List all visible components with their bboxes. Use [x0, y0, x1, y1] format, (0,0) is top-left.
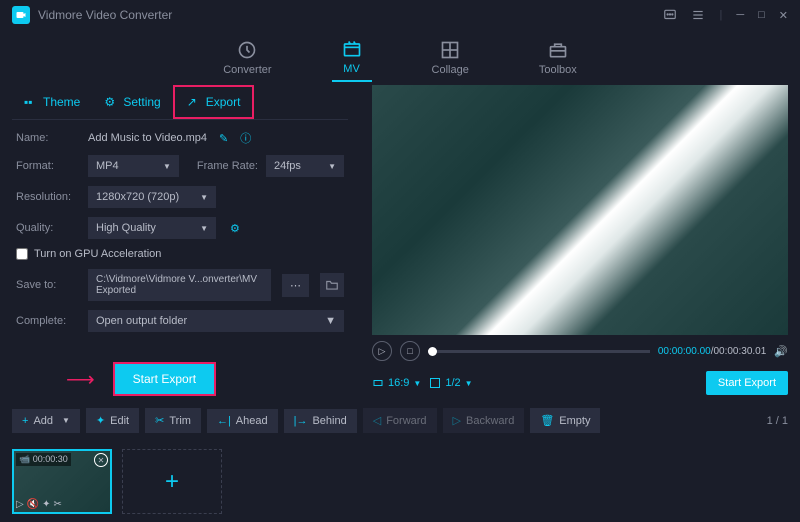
format-label: Format:: [16, 160, 80, 172]
nav-converter[interactable]: Converter: [213, 35, 281, 81]
chevron-down-icon: ▼: [413, 379, 421, 388]
play-button[interactable]: ▷: [372, 341, 392, 361]
framerate-select[interactable]: 24fps▼: [266, 155, 344, 177]
chevron-down-icon: ▼: [465, 379, 473, 388]
app-logo: [12, 6, 30, 24]
complete-select[interactable]: Open output folder▼: [88, 310, 344, 332]
browse-button[interactable]: ⋯: [282, 274, 309, 297]
thumb-mute-icon[interactable]: 🔇: [27, 499, 39, 510]
nav-mv[interactable]: MV: [332, 34, 372, 82]
nav-collage[interactable]: Collage: [422, 35, 479, 81]
scissors-icon: ✂: [155, 414, 164, 427]
toolbox-icon: [548, 40, 568, 60]
progress-bar[interactable]: [428, 350, 650, 353]
chevron-down-icon: ▼: [62, 416, 70, 425]
converter-icon: [237, 40, 257, 60]
left-panel: ▪▪Theme ⚙Setting ↗Export Name: Add Music…: [0, 85, 360, 400]
chevron-down-icon: ▼: [200, 224, 208, 233]
titlebar: Vidmore Video Converter | ─ □ ✕: [0, 0, 800, 30]
chevron-down-icon: ▼: [200, 193, 208, 202]
ahead-icon: ←|: [217, 415, 231, 427]
remove-clip-icon[interactable]: ✕: [94, 453, 108, 467]
forward-icon: ◁: [373, 414, 381, 427]
start-export-button[interactable]: Start Export: [113, 362, 216, 396]
chevron-down-icon: ▼: [325, 315, 336, 327]
clip-duration: 📹 00:00:30: [16, 453, 71, 466]
resolution-label: Resolution:: [16, 191, 80, 203]
chevron-down-icon: ▼: [328, 162, 336, 171]
collage-icon: [440, 40, 460, 60]
tab-theme[interactable]: ▪▪Theme: [12, 85, 92, 119]
video-preview[interactable]: [372, 85, 788, 335]
main-nav: Converter MV Collage Toolbox: [0, 30, 800, 85]
page-indicator: 1 / 1: [767, 415, 788, 427]
resolution-select[interactable]: 1280x720 (720p)▼: [88, 186, 216, 208]
setting-icon: ⚙: [104, 95, 118, 109]
filename: Add Music to Video.mp4: [88, 132, 207, 144]
maximize-icon[interactable]: □: [758, 8, 765, 22]
thumb-play-icon[interactable]: ▷: [16, 499, 24, 510]
thumbnail-strip: 📹 00:00:30 ✕ ▷ 🔇 ✦ ✂ +: [0, 441, 800, 522]
tab-export[interactable]: ↗Export: [173, 85, 255, 119]
thumb-trim-icon[interactable]: ✂: [54, 499, 62, 510]
add-clip-button[interactable]: +: [122, 449, 222, 514]
wand-icon: ✦: [96, 414, 105, 427]
minimize-icon[interactable]: ─: [736, 8, 744, 22]
clip-thumbnail[interactable]: 📹 00:00:30 ✕ ▷ 🔇 ✦ ✂: [12, 449, 112, 514]
nav-toolbox[interactable]: Toolbox: [529, 35, 587, 81]
volume-icon[interactable]: 🔊: [774, 345, 788, 358]
add-button[interactable]: +Add▼: [12, 409, 80, 433]
behind-icon: |→: [294, 415, 308, 427]
behind-button[interactable]: |→Behind: [284, 409, 357, 433]
feedback-icon[interactable]: [663, 8, 677, 22]
close-icon[interactable]: ✕: [779, 8, 788, 22]
saveto-label: Save to:: [16, 279, 80, 291]
stop-button[interactable]: □: [400, 341, 420, 361]
app-title: Vidmore Video Converter: [38, 8, 663, 22]
trim-button[interactable]: ✂Trim: [145, 408, 201, 433]
edit-button[interactable]: ✦Edit: [86, 408, 139, 433]
edit-icon[interactable]: ✎: [219, 132, 228, 145]
scale-select[interactable]: 1/2 ▼: [429, 377, 472, 389]
trash-icon: 🗑: [540, 414, 554, 427]
backward-icon: ▷: [453, 414, 461, 427]
empty-button[interactable]: 🗑Empty: [530, 408, 600, 433]
gpu-checkbox[interactable]: [16, 248, 28, 260]
time-display: 00:00:00.00/00:00:30.01: [658, 346, 766, 357]
aspect-ratio-select[interactable]: 16:9 ▼: [372, 377, 421, 389]
framerate-label: Frame Rate:: [197, 160, 258, 172]
quality-select[interactable]: High Quality▼: [88, 217, 216, 239]
gpu-label: Turn on GPU Acceleration: [34, 248, 161, 260]
tab-setting[interactable]: ⚙Setting: [92, 85, 172, 119]
saveto-path: C:\Vidmore\Vidmore V...onverter\MV Expor…: [88, 269, 271, 301]
chevron-down-icon: ▼: [163, 162, 171, 171]
menu-icon[interactable]: [691, 8, 705, 22]
gear-icon[interactable]: ⚙: [230, 222, 240, 235]
info-icon[interactable]: ⓘ: [240, 130, 251, 146]
quality-label: Quality:: [16, 222, 80, 234]
complete-label: Complete:: [16, 315, 80, 327]
folder-icon[interactable]: [320, 273, 344, 297]
plus-icon: +: [22, 415, 28, 427]
name-label: Name:: [16, 132, 80, 144]
thumb-edit-icon[interactable]: ✦: [42, 499, 50, 510]
format-select[interactable]: MP4▼: [88, 155, 179, 177]
forward-button[interactable]: ◁Forward: [363, 408, 437, 433]
preview-start-export-button[interactable]: Start Export: [706, 371, 788, 395]
arrow-icon: ⟶: [66, 367, 95, 392]
ahead-button[interactable]: ←|Ahead: [207, 409, 278, 433]
backward-button[interactable]: ▷Backward: [443, 408, 525, 433]
export-icon: ↗: [187, 95, 201, 109]
preview-panel: ▷ □ 00:00:00.00/00:00:30.01 🔊 16:9 ▼ 1/2…: [360, 85, 800, 400]
theme-icon: ▪▪: [24, 95, 38, 109]
mv-icon: [342, 39, 362, 59]
